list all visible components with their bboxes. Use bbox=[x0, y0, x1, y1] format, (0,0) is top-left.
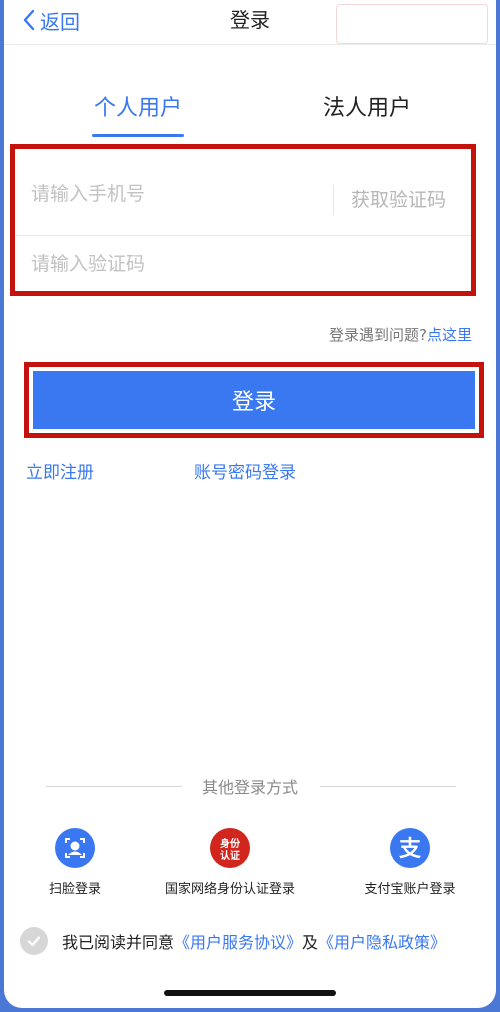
agreement-row: 我已阅读并同意《用户服务协议》及《用户隐私政策》 bbox=[20, 926, 446, 956]
register-link[interactable]: 立即注册 bbox=[26, 458, 94, 483]
login-help: 登录遇到问题?点这里 bbox=[329, 324, 472, 345]
watermark-logo bbox=[336, 4, 488, 44]
svg-text:支: 支 bbox=[399, 837, 422, 862]
sms-login-form: 获取验证码 bbox=[10, 144, 476, 296]
national-id-login-option[interactable]: 身份 认证 国家网络身份认证登录 bbox=[160, 828, 300, 897]
tab-corporate-user[interactable]: 法人用户 bbox=[312, 92, 422, 138]
help-text: 登录遇到问题? bbox=[329, 326, 427, 344]
login-button-highlight: 登录 bbox=[24, 362, 484, 438]
phone-input[interactable] bbox=[31, 183, 311, 205]
login-button[interactable]: 登录 bbox=[33, 371, 475, 429]
tab-personal-user[interactable]: 个人用户 bbox=[90, 92, 186, 138]
active-tab-indicator bbox=[92, 134, 184, 137]
face-scan-icon bbox=[55, 828, 95, 868]
svg-text:身份: 身份 bbox=[220, 837, 241, 850]
face-login-label: 扫脸登录 bbox=[48, 882, 101, 897]
alipay-login-option[interactable]: 支 支付宝账户登录 bbox=[354, 828, 466, 897]
user-type-tabs: 个人用户 法人用户 bbox=[4, 92, 496, 140]
alipay-icon: 支 bbox=[390, 828, 430, 868]
face-login-option[interactable]: 扫脸登录 bbox=[42, 828, 108, 897]
divider-right bbox=[320, 786, 456, 787]
agreement-joiner: 及 bbox=[302, 933, 319, 952]
password-login-link[interactable]: 账号密码登录 bbox=[194, 458, 296, 483]
agreement-prefix: 我已阅读并同意 bbox=[62, 933, 175, 952]
get-code-button[interactable]: 获取验证码 bbox=[351, 185, 446, 212]
nav-bar: 返回 登录 bbox=[4, 0, 496, 45]
verification-code-input[interactable] bbox=[31, 253, 311, 275]
help-link[interactable]: 点这里 bbox=[427, 326, 472, 344]
field-divider bbox=[333, 185, 334, 215]
code-row bbox=[15, 235, 471, 305]
home-indicator bbox=[164, 990, 336, 996]
id-auth-icon: 身份 认证 bbox=[210, 828, 250, 868]
national-id-login-label: 国家网络身份认证登录 bbox=[164, 882, 295, 897]
checkmark-icon bbox=[27, 936, 41, 947]
alipay-login-label: 支付宝账户登录 bbox=[364, 882, 456, 897]
privacy-policy-link[interactable]: 《用户隐私政策》 bbox=[318, 933, 446, 952]
agreement-checkbox[interactable] bbox=[20, 927, 48, 955]
agreement-text: 我已阅读并同意《用户服务协议》及《用户隐私政策》 bbox=[62, 929, 446, 953]
login-screen: 返回 登录 个人用户 法人用户 获取验证码 登录遇到问题?点这里 登录 立即注册… bbox=[4, 0, 496, 1008]
phone-row: 获取验证码 bbox=[15, 165, 471, 236]
svg-text:认证: 认证 bbox=[220, 849, 240, 862]
service-agreement-link[interactable]: 《用户服务协议》 bbox=[174, 933, 302, 952]
